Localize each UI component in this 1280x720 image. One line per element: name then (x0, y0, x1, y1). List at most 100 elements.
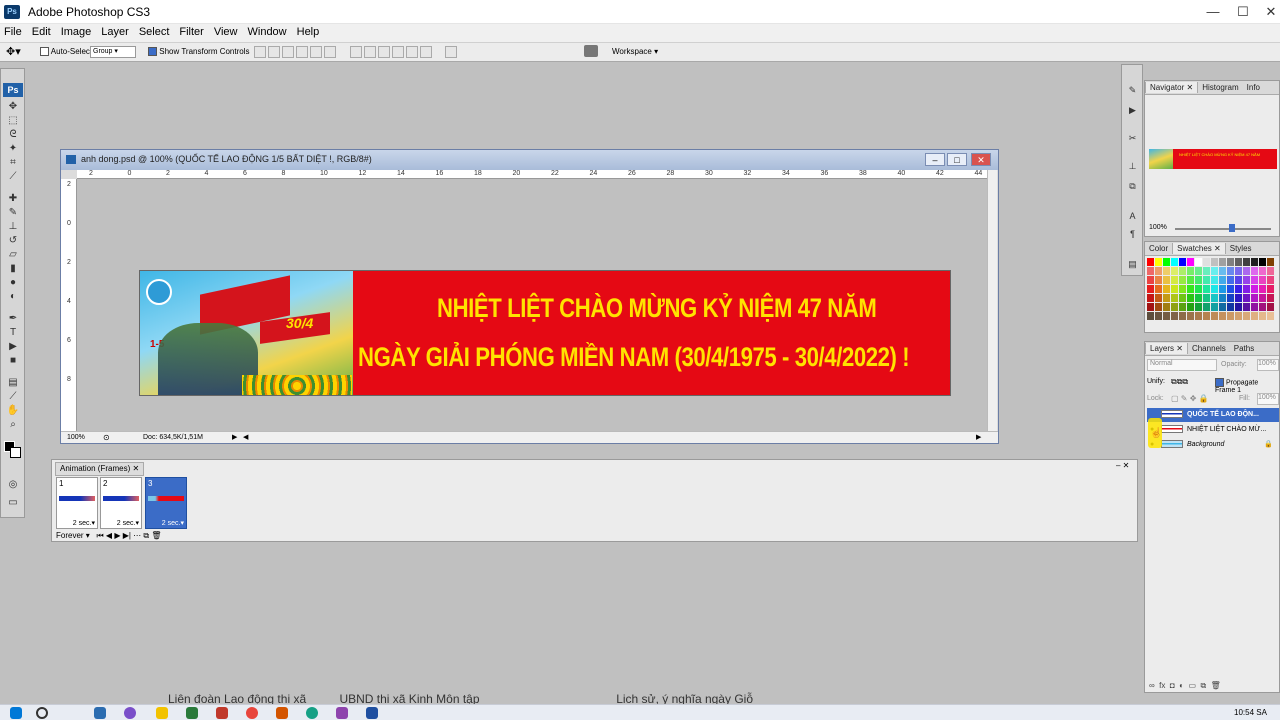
color-swatch[interactable] (1147, 276, 1154, 284)
marquee-tool-icon[interactable]: ⬚ (6, 115, 20, 127)
color-swatch[interactable] (1147, 258, 1154, 266)
color-swatch[interactable] (1155, 312, 1162, 320)
color-swatch[interactable] (1211, 267, 1218, 275)
color-swatch[interactable] (1227, 276, 1234, 284)
tab-styles[interactable]: Styles (1226, 243, 1256, 254)
color-swatch[interactable] (1235, 294, 1242, 302)
color-swatch[interactable] (1235, 303, 1242, 311)
next-frame-icon[interactable]: ▶| (123, 531, 131, 540)
color-swatch[interactable] (1251, 276, 1258, 284)
color-swatch[interactable] (1171, 285, 1178, 293)
color-swatch[interactable] (1259, 312, 1266, 320)
align-right-icon[interactable] (324, 46, 336, 59)
color-swatch[interactable] (1179, 285, 1186, 293)
align-bottom-icon[interactable] (282, 46, 294, 59)
color-swatch[interactable] (1179, 312, 1186, 320)
color-swatch[interactable] (1267, 303, 1274, 311)
menu-image[interactable]: Image (57, 24, 98, 38)
color-swatch[interactable] (1227, 258, 1234, 266)
color-swatch[interactable] (1227, 267, 1234, 275)
color-swatch[interactable] (1203, 303, 1210, 311)
color-swatch[interactable] (1147, 312, 1154, 320)
loop-select[interactable]: Forever ▾ (56, 531, 90, 540)
color-swatch[interactable] (1155, 267, 1162, 275)
distribute-vcenter-icon[interactable] (364, 46, 376, 59)
color-swatch[interactable] (1163, 258, 1170, 266)
color-swatch[interactable] (1203, 276, 1210, 284)
dodge-tool-icon[interactable]: ◐ (6, 291, 20, 303)
color-swatch[interactable] (1259, 285, 1266, 293)
minimize-button[interactable]: — (1196, 2, 1230, 22)
paragraph-icon[interactable]: ¶ (1126, 229, 1139, 241)
menu-file[interactable]: File (0, 24, 28, 38)
distribute-hcenter-icon[interactable] (406, 46, 418, 59)
color-swatch[interactable] (1243, 312, 1250, 320)
start-icon[interactable] (10, 707, 22, 719)
navigator-preview[interactable]: NHIỆT LIỆT CHÀO MỪNG KỶ NIỆM 47 NĂM (1149, 149, 1277, 169)
color-swatch[interactable] (1235, 285, 1242, 293)
color-swatch[interactable] (1195, 276, 1202, 284)
color-swatch[interactable] (1251, 312, 1258, 320)
app-icon[interactable] (186, 707, 198, 719)
canvas-area[interactable]: 1-5 30/4 NHIỆT LIỆT CHÀO MỪNG KỶ NIỆM 47… (77, 179, 987, 431)
color-swatch[interactable] (1211, 312, 1218, 320)
menu-layer[interactable]: Layer (97, 24, 135, 38)
first-frame-icon[interactable]: ⏮ (96, 531, 103, 540)
doc-minimize-button[interactable]: – (925, 153, 945, 166)
color-swatch[interactable] (1235, 276, 1242, 284)
color-swatch[interactable] (1243, 303, 1250, 311)
menu-window[interactable]: Window (244, 24, 293, 38)
color-swatch[interactable] (1171, 258, 1178, 266)
frame-duration[interactable]: 2 sec.▾ (162, 519, 184, 527)
new-frame-icon[interactable]: ⧉ (143, 531, 149, 540)
pen-tool-icon[interactable]: ✒ (6, 313, 20, 325)
color-swatch[interactable] (1147, 303, 1154, 311)
color-swatch[interactable] (1251, 267, 1258, 275)
color-swatch[interactable] (1171, 276, 1178, 284)
menu-filter[interactable]: Filter (175, 24, 209, 38)
animation-frame-1[interactable]: 1 2 sec.▾ (56, 477, 98, 529)
slice-tool-icon[interactable]: ⟋ (6, 171, 20, 183)
clock[interactable]: 10:54 SA (1234, 708, 1267, 717)
document-title-bar[interactable]: anh dong.psd @ 100% (QUỐC TẾ LAO ĐỘNG 1/… (61, 150, 998, 170)
layer-row[interactable]: ●NHIỆT LIỆT CHÀO MỪ... (1147, 423, 1279, 437)
color-swatch[interactable] (1195, 258, 1202, 266)
color-swatch[interactable] (1235, 258, 1242, 266)
app-icon[interactable] (216, 707, 228, 719)
close-button[interactable]: ✕ (1254, 2, 1280, 22)
unify-icons[interactable]: ⧉⧉⧉ (1171, 377, 1188, 387)
frame-duration[interactable]: 2 sec.▾ (73, 519, 95, 527)
background-color-swatch[interactable] (10, 447, 21, 458)
color-swatch[interactable] (1171, 303, 1178, 311)
adjustment-layer-icon[interactable]: ◐ (1179, 681, 1184, 690)
photoshop-taskbar-icon[interactable] (366, 707, 378, 719)
color-swatch[interactable] (1267, 258, 1274, 266)
color-swatch[interactable] (1163, 276, 1170, 284)
color-swatch[interactable] (1187, 258, 1194, 266)
color-swatch[interactable] (1219, 267, 1226, 275)
eyedropper-icon[interactable]: ⟋ (6, 391, 20, 403)
color-swatch[interactable] (1163, 312, 1170, 320)
color-swatch[interactable] (1155, 303, 1162, 311)
propagate-checkbox[interactable] (1215, 378, 1224, 387)
color-swatch[interactable] (1203, 294, 1210, 302)
hscroll-left-icon[interactable]: ◀ (243, 433, 248, 441)
color-swatch[interactable] (1195, 312, 1202, 320)
app-icon[interactable] (306, 707, 318, 719)
swatch-grid[interactable] (1147, 258, 1277, 324)
doc-close-button[interactable]: ✕ (971, 153, 991, 166)
color-swatch[interactable] (1251, 294, 1258, 302)
clone-stamp-icon[interactable]: ⊥ (6, 221, 20, 233)
color-swatch[interactable] (1147, 267, 1154, 275)
color-swatch[interactable] (1267, 276, 1274, 284)
color-swatch[interactable] (1219, 303, 1226, 311)
layer-comps-icon[interactable]: ⧉ (1126, 181, 1139, 193)
blur-tool-icon[interactable]: ● (6, 277, 20, 289)
color-swatch[interactable] (1195, 285, 1202, 293)
menu-edit[interactable]: Edit (28, 24, 57, 38)
layer-style-icon[interactable]: fx (1159, 681, 1165, 690)
delete-layer-icon[interactable]: 🗑 (1211, 681, 1221, 690)
color-swatch[interactable] (1155, 276, 1162, 284)
layer-row[interactable]: ●Background🔒 (1147, 438, 1279, 452)
navigator-zoom-knob[interactable] (1229, 224, 1235, 232)
